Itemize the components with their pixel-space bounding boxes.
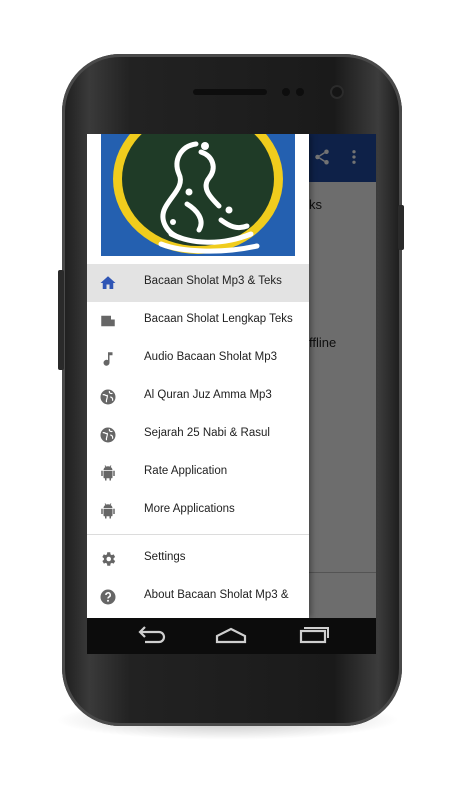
front-sensor-2	[296, 88, 304, 96]
navigation-drawer: Bacaan Sholat Mp3 & Teks Bacaan Sholat L…	[87, 134, 309, 618]
back-icon[interactable]	[131, 622, 171, 650]
menu-item-label: About Bacaan Sholat Mp3 &	[144, 589, 289, 601]
menu-item-label: Al Quran Juz Amma Mp3	[144, 389, 272, 401]
menu-item-rate-application[interactable]: Rate Application	[87, 454, 309, 492]
menu-item-label: Rate Application	[144, 465, 228, 477]
recent-apps-icon[interactable]	[293, 622, 333, 650]
menu-item-label: Settings	[144, 551, 186, 563]
android-icon	[101, 503, 115, 519]
globe-icon	[100, 389, 116, 405]
volume-button	[58, 270, 64, 370]
calligraphy-emblem-icon	[158, 141, 260, 254]
drawer-header	[101, 134, 295, 256]
menu-item-more-applications[interactable]: More Applications	[87, 492, 309, 530]
menu-item-label: Audio Bacaan Sholat Mp3	[144, 351, 277, 363]
front-sensor	[282, 88, 290, 96]
earpiece-speaker	[193, 89, 267, 95]
globe-icon	[100, 427, 116, 443]
menu-item-sejarah-25-nabi[interactable]: Sejarah 25 Nabi & Rasul	[87, 416, 309, 454]
menu-item-label: Sejarah 25 Nabi & Rasul	[144, 427, 270, 439]
help-icon	[100, 589, 116, 605]
menu-item-bacaan-sholat-mp3-teks[interactable]: Bacaan Sholat Mp3 & Teks	[87, 264, 309, 302]
menu-item-bacaan-sholat-lengkap[interactable]: Bacaan Sholat Lengkap Teks	[87, 302, 309, 340]
home-nav-icon[interactable]	[211, 622, 251, 650]
menu-item-al-quran-juz-amma[interactable]: Al Quran Juz Amma Mp3	[87, 378, 309, 416]
menu-item-settings[interactable]: Settings	[87, 540, 309, 578]
menu-item-label: More Applications	[144, 503, 235, 515]
menu-item-audio-bacaan-sholat[interactable]: Audio Bacaan Sholat Mp3	[87, 340, 309, 378]
menu-divider	[87, 534, 309, 535]
menu-item-label: Bacaan Sholat Mp3 & Teks	[144, 275, 282, 287]
front-camera	[330, 85, 344, 99]
power-button	[398, 205, 404, 250]
menu-item-label: Bacaan Sholat Lengkap Teks	[144, 313, 293, 325]
home-icon	[100, 276, 116, 289]
gear-icon	[102, 552, 116, 566]
document-icon	[101, 315, 115, 327]
android-icon	[101, 465, 115, 481]
phone-screen: ks ffline	[87, 134, 376, 618]
music-note-icon	[103, 352, 113, 366]
menu-item-about[interactable]: About Bacaan Sholat Mp3 &	[87, 578, 309, 616]
system-navigation-bar	[87, 618, 376, 654]
